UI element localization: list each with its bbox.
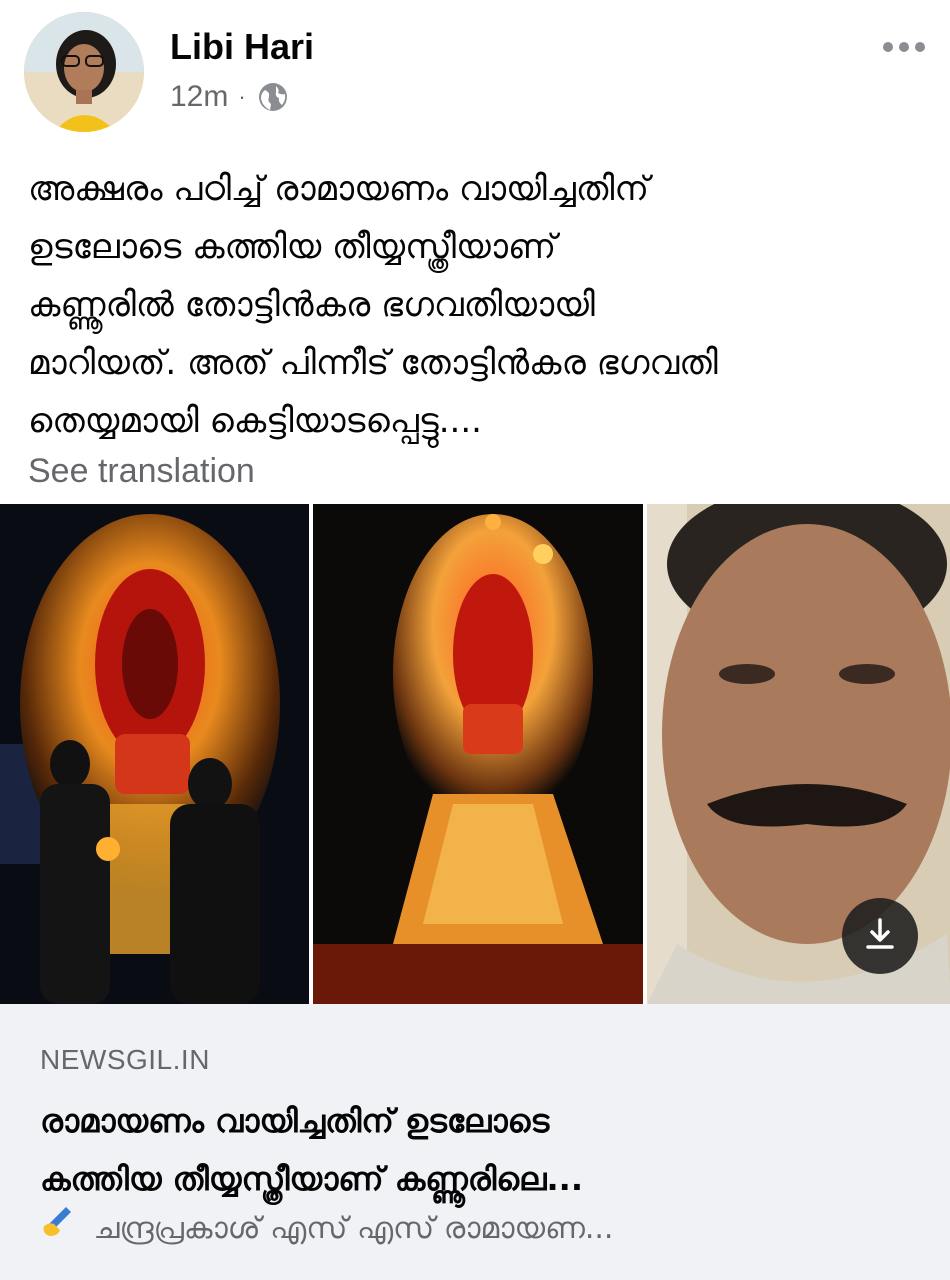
post-header: Libi Hari 12m · <box>0 0 950 140</box>
man-portrait-photo[interactable] <box>647 504 950 1004</box>
link-title[interactable]: രാമായണം വായിച്ചതിന് ഉടലോടെ കത്തിയ തീയ്യസ… <box>40 1092 920 1208</box>
download-icon <box>861 915 899 957</box>
post-text-line: മാറിയത്. അത് പിന്നീട് തോട്ടിൻകര ഭഗവതി <box>28 343 718 383</box>
link-title-line: രാമായണം വായിച്ചതിന് ഉടലോടെ <box>40 1102 550 1140</box>
author-avatar[interactable] <box>24 12 144 132</box>
link-description-text: ചന്ദ്രപ്രകാശ് എസ് എസ് രാമായണ... <box>93 1211 614 1246</box>
post-timestamp[interactable]: 12m <box>170 80 228 114</box>
writing-hand-icon <box>40 1204 74 1251</box>
download-button[interactable] <box>842 898 918 974</box>
post-text-line: ഉടലോടെ കത്തിയ തീയ്യസ്ത്രീയാണ് <box>28 227 557 267</box>
photo-collage[interactable] <box>0 504 950 1004</box>
author-name[interactable]: Libi Hari <box>170 26 314 68</box>
see-translation-link[interactable]: See translation <box>28 452 255 491</box>
post-text: അക്ഷരം പഠിച്ച് രാമായണം വായിച്ചതിന് ഉടലോട… <box>28 160 928 450</box>
theyyam-photo-center[interactable] <box>312 504 644 1004</box>
link-domain: NEWSGIL.IN <box>40 1044 210 1075</box>
post-text-line: കണ്ണൂരിൽ തോട്ടിൻകര ഭഗവതിയായി <box>28 285 595 325</box>
link-title-line: കത്തിയ തീയ്യസ്ത്രീയാണ് കണ്ണൂരിലെ... <box>40 1160 583 1198</box>
more-dot <box>915 42 925 52</box>
globe-icon[interactable] <box>256 80 290 114</box>
meta-separator: · <box>238 84 246 109</box>
more-dot <box>883 42 893 52</box>
theyyam-photo-left[interactable] <box>0 504 309 1004</box>
more-dot <box>899 42 909 52</box>
link-preview-card[interactable]: NEWSGIL.IN രാമായണം വായിച്ചതിന് ഉടലോടെ കത… <box>0 1004 950 1280</box>
post-text-line: അക്ഷരം പഠിച്ച് രാമായണം വായിച്ചതിന് <box>28 169 649 209</box>
post-text-line: തെയ്യമായി കെട്ടിയാടപ്പെട്ടു.... <box>28 401 482 441</box>
link-description: ചന്ദ്രപ്രകാശ് എസ് എസ് രാമായണ... <box>40 1204 920 1251</box>
more-options-icon[interactable] <box>880 30 928 64</box>
post-meta: 12m · <box>170 80 290 114</box>
